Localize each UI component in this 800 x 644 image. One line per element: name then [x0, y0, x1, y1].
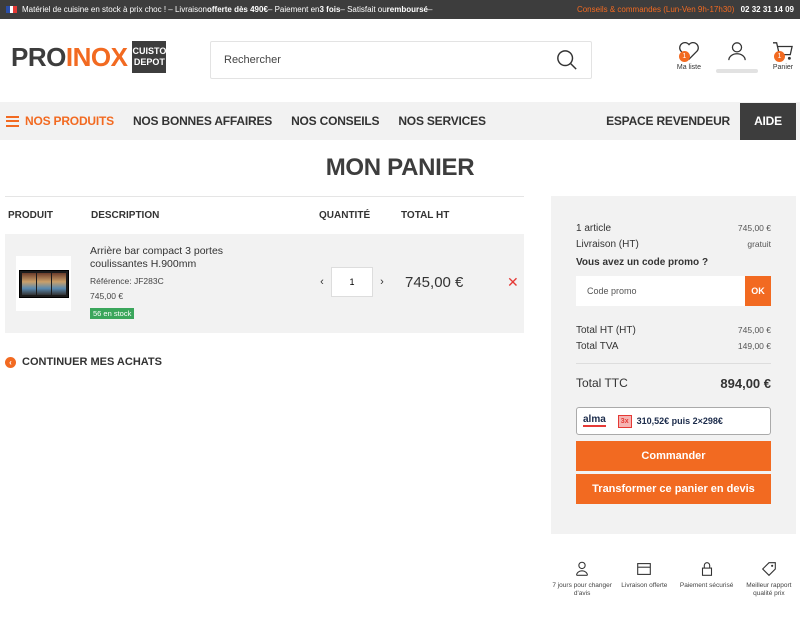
header-product: PRODUIT — [8, 210, 53, 221]
announcement-free-shipping: offerte dès 490€ — [206, 5, 268, 14]
order-button[interactable]: Commander — [576, 441, 771, 471]
articles-value: 745,00 € — [737, 223, 771, 233]
announcement-installments: 3 fois — [319, 5, 341, 14]
continue-shopping-label: CONTINUER MES ACHATS — [22, 356, 162, 368]
logo-pro-text: PRO — [11, 41, 66, 72]
cart-row: Arrière bar compact 3 portes coulissante… — [5, 234, 524, 333]
shipping-label: Livraison (HT) — [576, 238, 639, 250]
remove-item-icon[interactable]: ✕ — [507, 274, 519, 291]
reassurance-item: Livraison offerte — [613, 560, 675, 598]
nav-deals[interactable]: NOS BONNES AFFAIRES — [133, 114, 272, 128]
total-ttc-value: 894,00 € — [720, 375, 771, 391]
announcement-text: – — [428, 5, 433, 14]
product-reference: Référence: JF283C — [90, 276, 164, 286]
product-name[interactable]: Arrière bar compact 3 portes coulissante… — [90, 245, 270, 271]
nav-help[interactable]: AIDE — [740, 102, 796, 140]
promo-question: Vous avez un code promo ? — [576, 257, 709, 268]
reassurance-item: 7 jours pour changer d'avis — [551, 560, 613, 598]
alma-logo: alma — [583, 414, 606, 427]
logo-badge-line2: DEPOT — [133, 57, 165, 67]
logo[interactable]: PRO INOX CUISTO DEPOT — [11, 41, 167, 73]
top-announcement-bar: Matériel de cuisine en stock à prix choc… — [0, 0, 800, 19]
nav-products[interactable]: NOS PRODUITS — [6, 114, 114, 128]
quantity-input[interactable] — [331, 267, 373, 297]
announcement-text: – Satisfait ou — [340, 5, 387, 14]
quote-button[interactable]: Transformer ce panier en devis — [576, 474, 771, 504]
summary-divider — [576, 363, 771, 364]
header-quantity: QUANTITÉ — [319, 210, 371, 221]
continue-shopping-link[interactable]: ‹ CONTINUER MES ACHATS — [5, 356, 162, 368]
cart-count-badge: 1 — [774, 51, 785, 62]
articles-label: 1 article — [576, 222, 612, 234]
promo-ok-button[interactable]: OK — [745, 276, 771, 306]
wishlist-button[interactable]: 1 Ma liste — [677, 41, 701, 71]
account-button[interactable] — [716, 41, 758, 73]
line-total: 745,00 € — [405, 274, 464, 291]
announcement: Matériel de cuisine en stock à prix choc… — [6, 5, 432, 14]
chevron-left-icon: ‹ — [5, 356, 16, 368]
alma-installment-banner[interactable]: alma 3x 310,52€ puis 2×298€ — [576, 407, 771, 435]
nav-advice[interactable]: NOS CONSEILS — [291, 114, 379, 128]
france-flag-icon — [6, 6, 18, 13]
nav-reseller[interactable]: ESPACE REVENDEUR — [606, 114, 730, 128]
user-icon — [728, 42, 746, 61]
cart-label: Panier — [772, 64, 794, 71]
alma-3x-badge: 3x — [617, 414, 632, 428]
nav-products-label: NOS PRODUITS — [25, 114, 114, 128]
back-bar-fridge-image — [18, 269, 69, 298]
box-icon — [637, 563, 652, 575]
search-icon[interactable] — [556, 49, 578, 71]
cart-table-header: PRODUIT DESCRIPTION QUANTITÉ TOTAL HT — [5, 196, 524, 234]
wishlist-count-badge: 1 — [678, 51, 690, 62]
reassurance-text: Paiement sécurisé — [679, 582, 734, 589]
reassurance-text: 7 jours pour changer d'avis — [552, 582, 612, 597]
logo-badge: CUISTO DEPOT — [132, 41, 167, 73]
nav-services[interactable]: NOS SERVICES — [398, 114, 486, 128]
menu-icon — [6, 115, 19, 127]
total-ht-value: 745,00 € — [737, 325, 771, 335]
announcement-refund: remboursé — [386, 5, 429, 14]
account-name-blurred — [716, 69, 758, 73]
main-nav: NOS PRODUITS NOS BONNES AFFAIRES NOS CON… — [0, 102, 800, 140]
tva-value: 149,00 € — [737, 341, 771, 351]
decrease-quantity-icon[interactable]: ‹ — [313, 276, 331, 288]
announcement-text: Matériel de cuisine en stock à prix choc… — [22, 5, 207, 14]
phone-number[interactable]: 02 32 31 14 09 — [741, 5, 794, 14]
product-image[interactable] — [16, 256, 71, 311]
stock-badge: 56 en stock — [90, 308, 135, 319]
site-header: PROINOX CUISTODEPOT 1 Ma liste 1 Panier — [0, 19, 800, 102]
product-unit-price: 745,00 € — [90, 291, 124, 301]
contact-hours-link[interactable]: Conseils & commandes (Lun-Ven 9h-17h30) — [577, 5, 734, 14]
logo-inox-text: INOX — [65, 41, 128, 72]
header-description: DESCRIPTION — [91, 210, 160, 221]
total-ht-label: Total HT (HT) — [576, 324, 636, 336]
reassurance-text: Livraison offerte — [621, 582, 668, 589]
quantity-stepper: ‹ › — [313, 267, 391, 297]
cart-button[interactable]: 1 Panier — [772, 41, 794, 71]
cart-table: PRODUIT DESCRIPTION QUANTITÉ TOTAL HT Ar… — [5, 196, 524, 333]
reassurance-item: Paiement sécurisé — [676, 560, 738, 598]
lock-icon — [701, 562, 712, 576]
search-bar — [210, 41, 592, 79]
total-ttc-label: Total TTC — [576, 376, 628, 390]
page-title: MON PANIER — [325, 154, 475, 181]
header-total: TOTAL HT — [401, 210, 450, 221]
promo-form: OK — [576, 276, 771, 306]
reassurance-item: Meilleur rapport qualité prix — [738, 560, 800, 598]
announcement-text: – Paiement en — [267, 5, 320, 14]
tag-icon — [761, 562, 776, 577]
shipping-value: gratuit — [747, 239, 771, 249]
person-return-icon — [576, 561, 589, 576]
increase-quantity-icon[interactable]: › — [373, 276, 391, 288]
search-input[interactable] — [224, 54, 556, 66]
wishlist-label: Ma liste — [676, 64, 701, 71]
logo-badge-line1: CUISTO — [132, 46, 167, 56]
promo-code-input[interactable] — [576, 276, 745, 306]
order-summary: 1 article 745,00 € Livraison (HT) gratuit … — [551, 196, 796, 534]
tva-label: Total TVA — [576, 340, 619, 352]
alma-text: 310,52€ puis 2×298€ — [636, 416, 723, 426]
reassurance-strip: 7 jours pour changer d'avis Livraison of… — [551, 560, 800, 598]
reassurance-text: Meilleur rapport qualité prix — [746, 582, 792, 597]
